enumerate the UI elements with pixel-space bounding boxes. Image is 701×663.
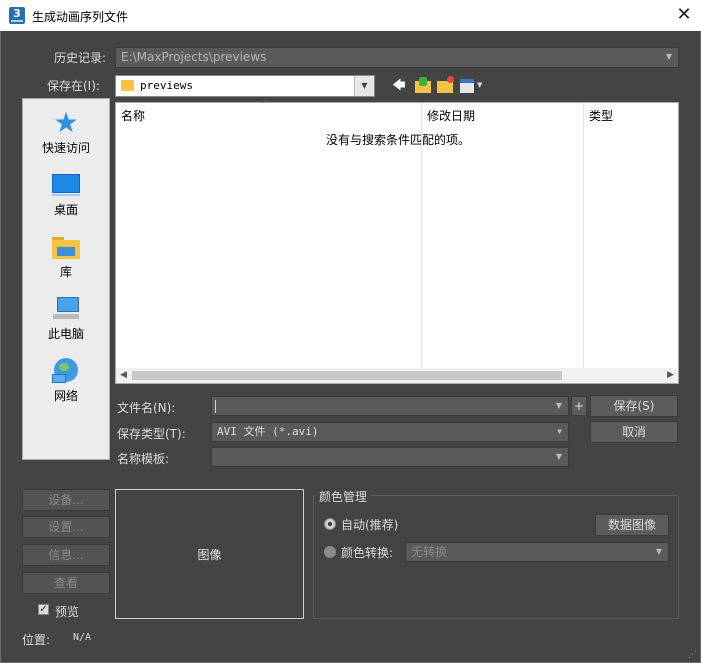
preview-checkbox[interactable]: ✓ [38,604,49,615]
devices-button[interactable]: 设备... [22,489,110,511]
chevron-down-icon: ▼ [655,547,662,556]
place-label: 网络 [53,389,78,403]
image-preview-box: 图像 [115,489,304,619]
place-network[interactable]: 网络 [23,357,109,404]
library-folder-icon [51,233,81,261]
network-icon [51,357,81,385]
text-cursor [215,400,216,413]
chevron-down-icon: ▼ [354,76,374,96]
history-value: E:\MaxProjects\previews [121,50,267,64]
plus-button[interactable]: + [571,396,587,416]
place-library[interactable]: 库 [23,233,109,280]
horizontal-scrollbar[interactable]: ◀ ▶ [116,368,678,383]
column-header-date[interactable]: 修改日期 [427,107,475,124]
computer-icon [51,295,81,323]
name-template-label: 名称模板: [117,452,170,466]
history-dropdown[interactable]: E:\MaxProjects\previews ▼ [115,47,679,68]
back-arrow-icon[interactable]: 🡄 [391,78,407,94]
places-sidebar: ★ 快速访问 桌面 库 此电脑 网络 [22,98,110,460]
chevron-down-icon: ▼ [555,401,562,410]
save-in-dropdown[interactable]: previews ▼ [115,75,375,97]
title-bar: 3 生成动画序列文件 ✕ [0,0,701,31]
image-label: 图像 [197,548,222,562]
filename-label: 文件名(N): [117,401,176,415]
new-folder-icon[interactable] [437,76,455,94]
convert-value: 无转换 [411,545,448,559]
place-desktop[interactable]: 桌面 [23,171,109,218]
place-label: 快速访问 [41,141,90,155]
auto-label: 自动(推荐) [341,518,399,532]
view-menu-icon[interactable]: ▼ [460,77,486,95]
filetype-label: 保存类型(T): [117,427,186,441]
setup-button[interactable]: 设置... [22,516,110,538]
resize-grip-icon[interactable]: ⋰ [688,650,698,660]
history-label: 历史记录: [54,51,107,65]
save-in-value: previews [140,79,193,92]
auto-radio[interactable] [324,518,336,530]
place-this-pc[interactable]: 此电脑 [23,295,109,342]
up-folder-icon[interactable] [414,76,432,94]
column-header-type[interactable]: 类型 [589,107,613,124]
chevron-down-icon: ▼ [665,52,672,61]
chevron-down-icon: ▼ [557,427,562,436]
window-title: 生成动画序列文件 [32,10,129,24]
place-label: 桌面 [53,203,78,217]
filetype-dropdown[interactable]: AVI 文件 (*.avi) ▼ [211,422,569,442]
place-label: 此电脑 [47,327,84,341]
location-value: N/A [73,632,92,643]
preview-label: 预览 [55,605,80,619]
filetype-value: AVI 文件 (*.avi) [217,425,319,438]
info-button[interactable]: 信息... [22,544,110,566]
column-divider [583,103,584,369]
close-button[interactable]: ✕ [670,4,698,28]
file-list[interactable]: ^ 名称 修改日期 类型 没有与搜索条件匹配的项。 ◀ ▶ [115,99,679,384]
save-in-label: 保存在(I): [47,79,100,93]
folder-icon [121,80,134,91]
desktop-icon [51,171,81,199]
star-icon: ★ [53,106,79,139]
scrollbar-thumb[interactable] [132,371,562,380]
data-image-button[interactable]: 数据图像 [595,514,669,536]
location-label: 位置: [22,633,51,647]
convert-label: 颜色转换: [341,546,394,560]
name-template-dropdown[interactable]: ▼ [211,447,569,467]
scroll-right-icon[interactable]: ▶ [667,368,674,383]
empty-message: 没有与搜索条件匹配的项。 [326,133,471,147]
column-header-name[interactable]: 名称 [121,107,145,124]
color-management-title: 颜色管理 [316,488,371,505]
convert-dropdown[interactable]: 无转换 ▼ [405,542,669,562]
save-button[interactable]: 保存(S) [590,395,678,417]
chevron-down-icon: ▼ [555,452,562,461]
cancel-button[interactable]: 取消 [590,421,678,443]
view-button[interactable]: 查看 [22,572,110,594]
scroll-left-icon[interactable]: ◀ [120,368,127,383]
filename-input[interactable]: ▼ [211,396,569,416]
app-icon: 3 [9,7,25,24]
place-label: 库 [59,265,72,279]
sort-ascending-icon: ^ [262,99,271,110]
convert-radio[interactable] [324,546,336,558]
place-quick-access[interactable]: ★ 快速访问 [23,109,109,156]
